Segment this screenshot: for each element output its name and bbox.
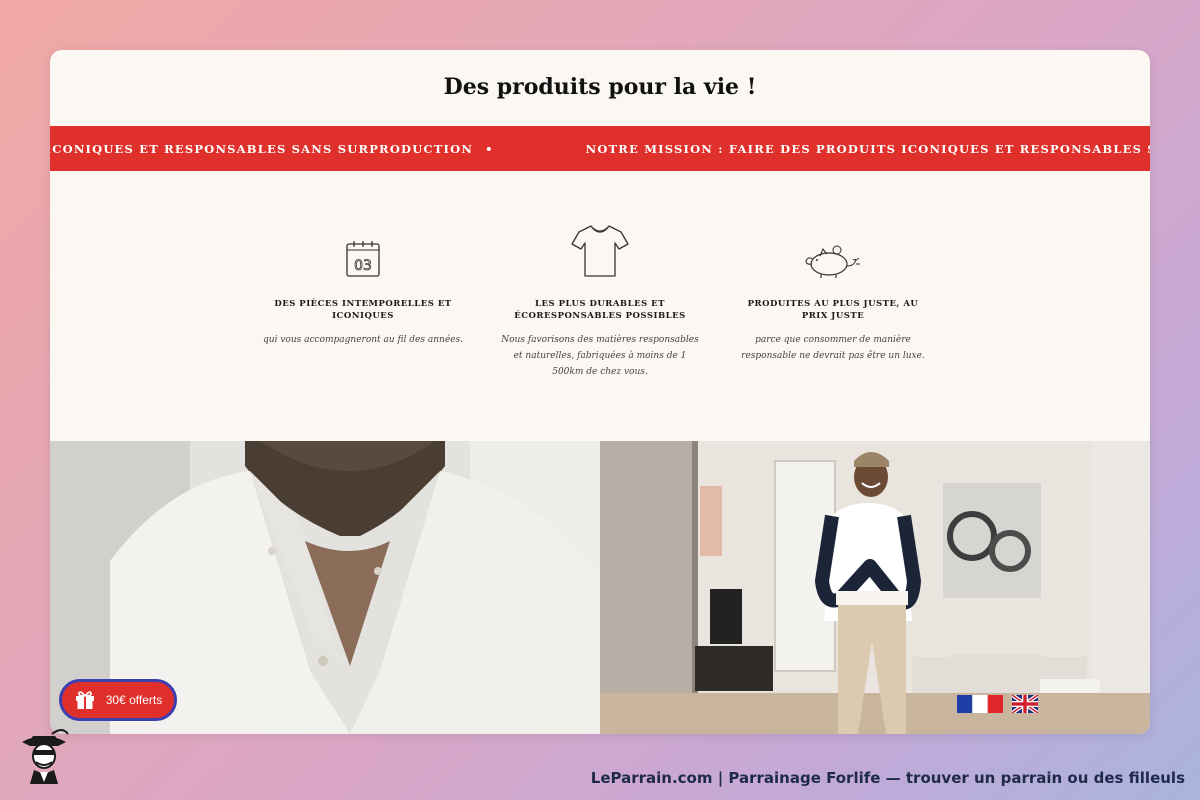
banner-track: NOTRE MISSION : FAIRE DES PRODUITS ICONI… xyxy=(50,126,1150,171)
feature-heading: LES PLUS DURABLES ET ÉCORESPONSABLES POS… xyxy=(514,299,686,321)
feature-durable: LES PLUS DURABLES ET ÉCORESPONSABLES POS… xyxy=(500,218,700,380)
flag-uk-icon[interactable] xyxy=(1012,695,1038,713)
mission-banner: NOTRE MISSION : FAIRE DES PRODUITS ICONI… xyxy=(50,126,1150,171)
feature-timeless: 03 DES PIÈCES INTEMPORELLES ET ICONIQUES… xyxy=(263,218,463,348)
banner-item: NOTRE MISSION : FAIRE DES PRODUITS ICONI… xyxy=(585,141,1150,156)
promo-button[interactable]: 30€ offerts xyxy=(59,679,177,721)
content-card: Des produits pour la vie ! NOTRE MISSION… xyxy=(50,50,1150,734)
footer-caption: LeParrain.com | Parrainage Forlife — tro… xyxy=(590,769,1185,787)
svg-text:03: 03 xyxy=(354,258,372,274)
promo-label: 30€ offerts xyxy=(105,693,163,707)
language-switcher xyxy=(957,695,1038,713)
piggy-bank-icon xyxy=(733,218,933,280)
feature-text: Nous favorisons des matières responsable… xyxy=(501,335,699,377)
flag-fr-icon[interactable] xyxy=(957,695,1003,713)
feature-text: parce que consommer de manière responsab… xyxy=(741,335,925,361)
product-photo-raglan-tee[interactable] xyxy=(600,441,1150,734)
feature-heading: DES PIÈCES INTEMPORELLES ET ICONIQUES xyxy=(274,299,452,321)
feature-text: qui vous accompagneront au fil des année… xyxy=(263,335,463,345)
banner-item: NOTRE MISSION : FAIRE DES PRODUITS ICONI… xyxy=(50,141,494,156)
leparrain-mascot-logo xyxy=(18,728,70,788)
feature-fair-price: PRODUITES AU PLUS JUSTE, AU PRIX JUSTE p… xyxy=(733,218,933,364)
tshirt-icon xyxy=(500,218,700,280)
calendar-icon: 03 xyxy=(263,218,463,280)
gift-icon xyxy=(74,688,96,713)
living-room-illustration xyxy=(600,441,1150,734)
feature-heading: PRODUITES AU PLUS JUSTE, AU PRIX JUSTE xyxy=(747,299,919,321)
section-title: Des produits pour la vie ! xyxy=(443,74,757,100)
